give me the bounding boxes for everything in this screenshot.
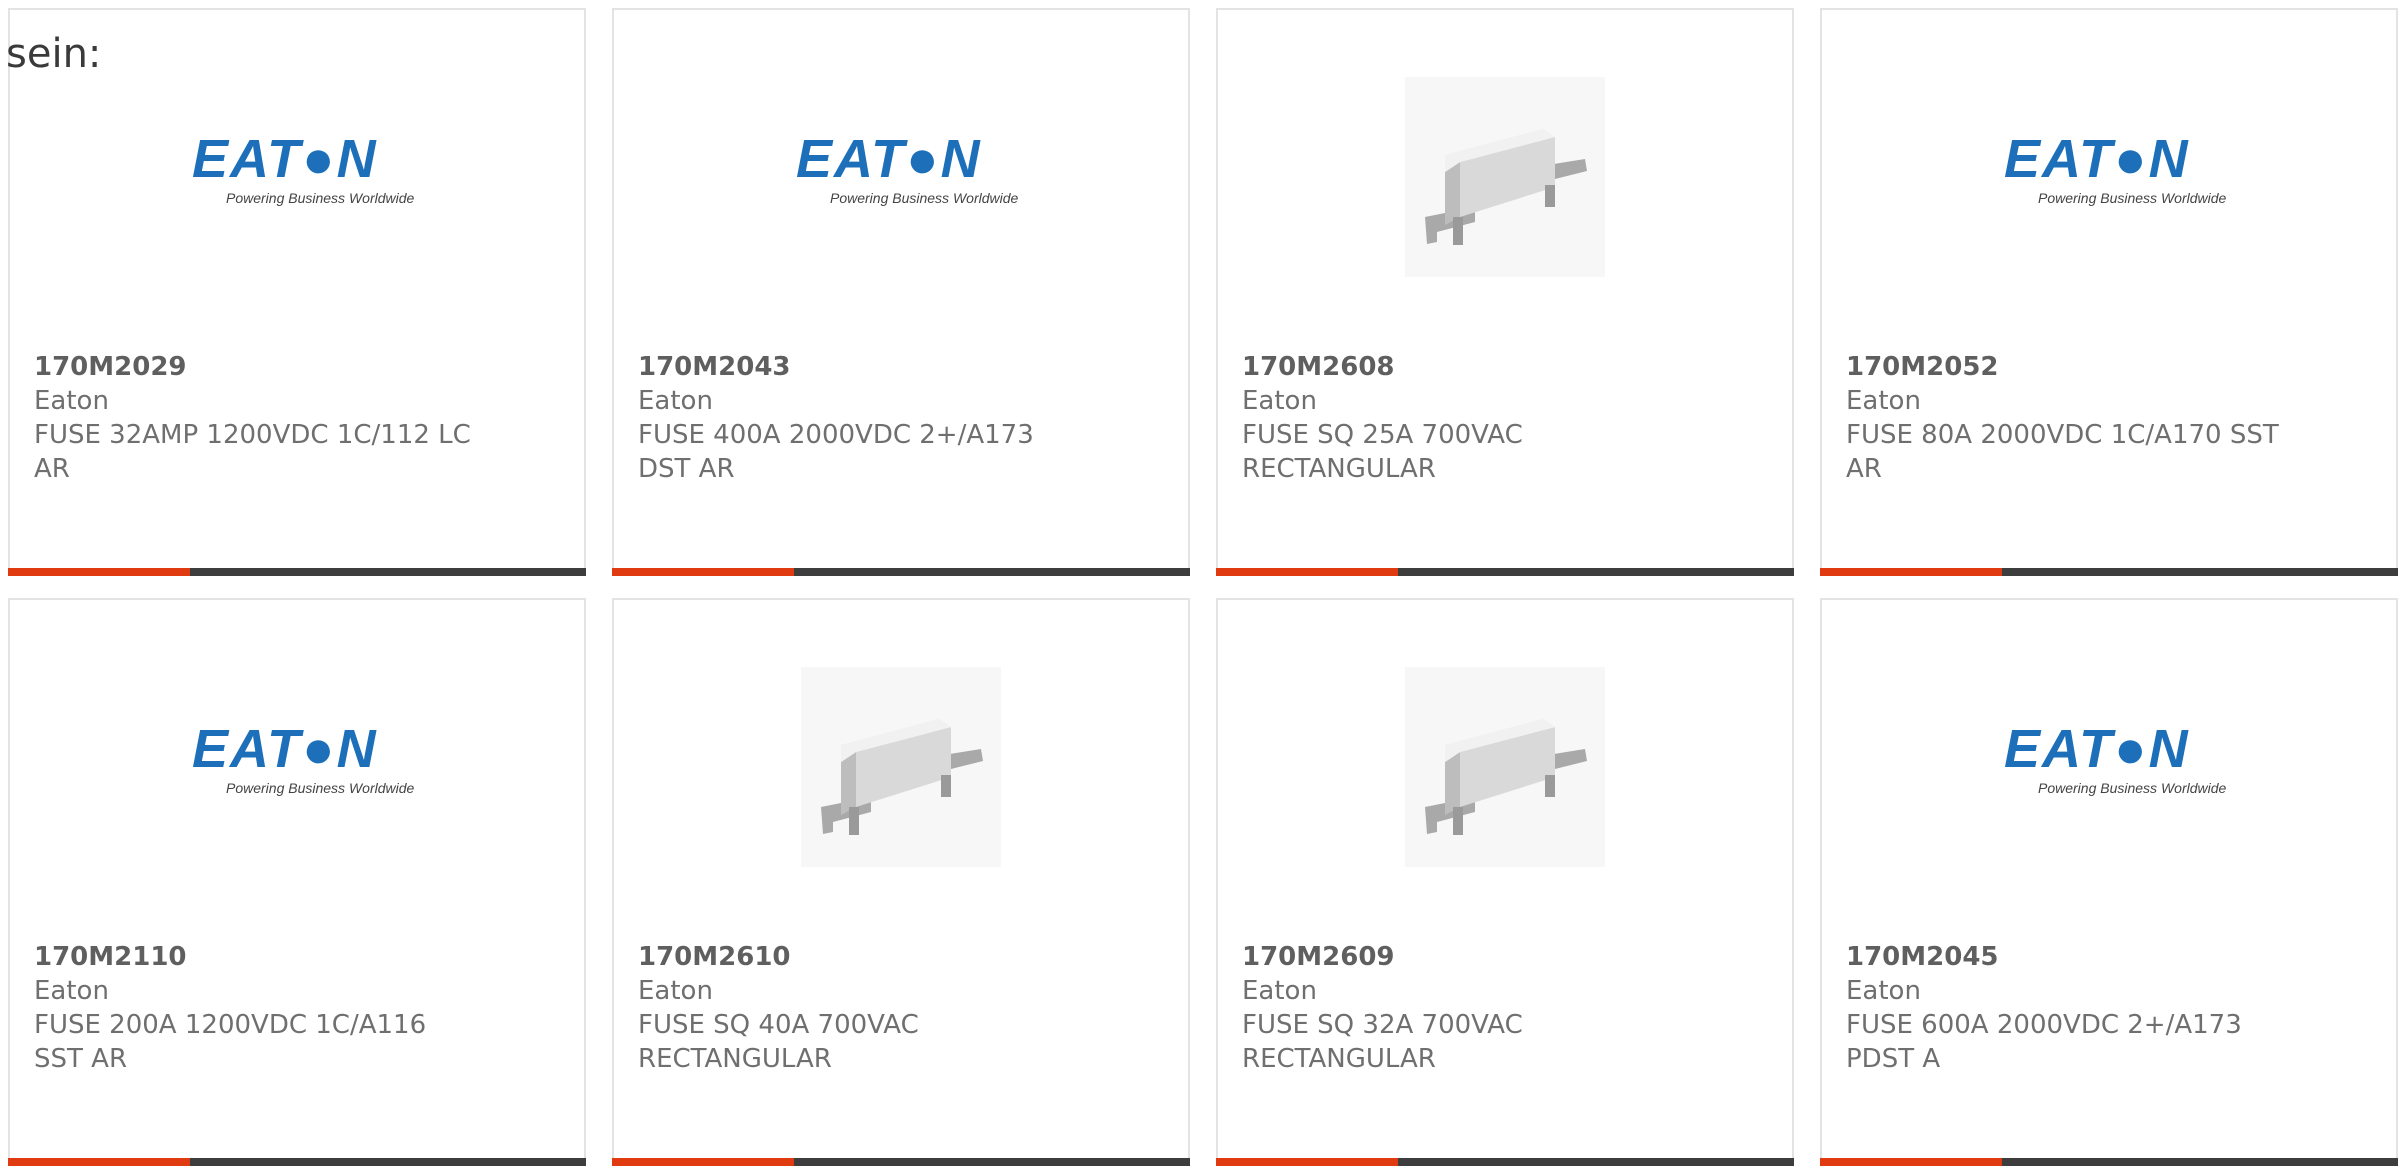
eaton-logo: EAT●N Powering Business Worldwide (192, 129, 415, 206)
product-description: FUSE 400A 2000VDC 2+/A173 DST AR (638, 420, 1034, 484)
product-info: 170M2052 Eaton FUSE 80A 2000VDC 1C/A170 SS… (1846, 350, 2372, 486)
product-info: 170M2609 Eaton FUSE SQ 32A 700VAC RECTANGU… (1242, 940, 1768, 1076)
eaton-logo: EAT●N Powering Business Worldwide (192, 719, 415, 796)
product-description: FUSE SQ 40A 700VAC RECTANGULAR (638, 1010, 919, 1074)
product-info: 170M2610 Eaton FUSE SQ 40A 700VAC RECTANGU… (638, 940, 1164, 1076)
brand-name: Eaton (1846, 976, 1921, 1006)
part-number[interactable]: 170M2043 (638, 350, 1164, 384)
product-image[interactable]: EAT●N Powering Business Worldwide (10, 62, 584, 292)
intro-text: sein: (6, 31, 102, 77)
part-number[interactable]: 170M2029 (34, 350, 560, 384)
product-card[interactable]: EAT●N Powering Business Worldwide 170M2045… (1820, 598, 2398, 1166)
product-info: 170M2043 Eaton FUSE 400A 2000VDC 2+/A173 D… (638, 350, 1164, 486)
product-card[interactable]: 170M2610 Eaton FUSE SQ 40A 700VAC RECTANGU… (612, 598, 1190, 1166)
part-number[interactable]: 170M2608 (1242, 350, 1768, 384)
part-number[interactable]: 170M2110 (34, 940, 560, 974)
brand-name: Eaton (638, 386, 713, 416)
card-accent-bar (612, 1158, 794, 1166)
product-description: FUSE SQ 25A 700VAC RECTANGULAR (1242, 420, 1523, 484)
product-description: FUSE SQ 32A 700VAC RECTANGULAR (1242, 1010, 1523, 1074)
card-accent-bar (1216, 1158, 1398, 1166)
eaton-logo: EAT●N Powering Business Worldwide (2004, 719, 2227, 796)
card-accent-bar (8, 1158, 190, 1166)
brand-name: Eaton (1846, 386, 1921, 416)
product-info: 170M2608 Eaton FUSE SQ 25A 700VAC RECTANGU… (1242, 350, 1768, 486)
product-grid: EAT●N Powering Business Worldwide 170M2029… (0, 0, 2400, 1166)
product-image[interactable] (1218, 652, 1792, 882)
card-accent-bar (8, 568, 190, 576)
product-image[interactable]: EAT●N Powering Business Worldwide (614, 62, 1188, 292)
brand-name: Eaton (34, 976, 109, 1006)
product-description: FUSE 200A 1200VDC 1C/A116 SST AR (34, 1010, 427, 1074)
product-card[interactable]: EAT●N Powering Business Worldwide 170M2110… (8, 598, 586, 1166)
part-number[interactable]: 170M2052 (1846, 350, 2372, 384)
eaton-logo: EAT●N Powering Business Worldwide (796, 129, 1019, 206)
product-info: 170M2110 Eaton FUSE 200A 1200VDC 1C/A116 S… (34, 940, 560, 1076)
product-image[interactable] (1218, 62, 1792, 292)
product-card[interactable]: EAT●N Powering Business Worldwide 170M2029… (8, 8, 586, 576)
product-card[interactable]: 170M2609 Eaton FUSE SQ 32A 700VAC RECTANGU… (1216, 598, 1794, 1166)
card-bottom-bar (612, 568, 1190, 576)
card-bottom-bar (1216, 1158, 1794, 1166)
product-description: FUSE 600A 2000VDC 2+/A173 PDST A (1846, 1010, 2242, 1074)
card-bottom-bar (1820, 1158, 2398, 1166)
card-accent-bar (612, 568, 794, 576)
product-image[interactable]: EAT●N Powering Business Worldwide (10, 652, 584, 882)
card-bottom-bar (8, 568, 586, 576)
card-accent-bar (1216, 568, 1398, 576)
card-bottom-bar (1820, 568, 2398, 576)
product-info: 170M2045 Eaton FUSE 600A 2000VDC 2+/A173 P… (1846, 940, 2372, 1076)
brand-name: Eaton (1242, 386, 1317, 416)
fuse-image (1405, 667, 1605, 867)
product-card[interactable]: EAT●N Powering Business Worldwide 170M2052… (1820, 8, 2398, 576)
part-number[interactable]: 170M2609 (1242, 940, 1768, 974)
part-number[interactable]: 170M2045 (1846, 940, 2372, 974)
product-info: 170M2029 Eaton FUSE 32AMP 1200VDC 1C/112 L… (34, 350, 560, 486)
product-image[interactable]: EAT●N Powering Business Worldwide (1822, 652, 2396, 882)
product-card[interactable]: 170M2608 Eaton FUSE SQ 25A 700VAC RECTANGU… (1216, 8, 1794, 576)
brand-name: Eaton (34, 386, 109, 416)
part-number[interactable]: 170M2610 (638, 940, 1164, 974)
product-description: FUSE 80A 2000VDC 1C/A170 SST AR (1846, 420, 2279, 484)
eaton-logo: EAT●N Powering Business Worldwide (2004, 129, 2227, 206)
brand-name: Eaton (638, 976, 713, 1006)
product-description: FUSE 32AMP 1200VDC 1C/112 LC AR (34, 420, 471, 484)
fuse-image (801, 667, 1001, 867)
product-image[interactable] (614, 652, 1188, 882)
fuse-image (1405, 77, 1605, 277)
card-accent-bar (1820, 568, 2002, 576)
brand-name: Eaton (1242, 976, 1317, 1006)
card-accent-bar (1820, 1158, 2002, 1166)
product-card[interactable]: EAT●N Powering Business Worldwide 170M2043… (612, 8, 1190, 576)
product-image[interactable]: EAT●N Powering Business Worldwide (1822, 62, 2396, 292)
card-bottom-bar (1216, 568, 1794, 576)
card-bottom-bar (8, 1158, 586, 1166)
card-bottom-bar (612, 1158, 1190, 1166)
